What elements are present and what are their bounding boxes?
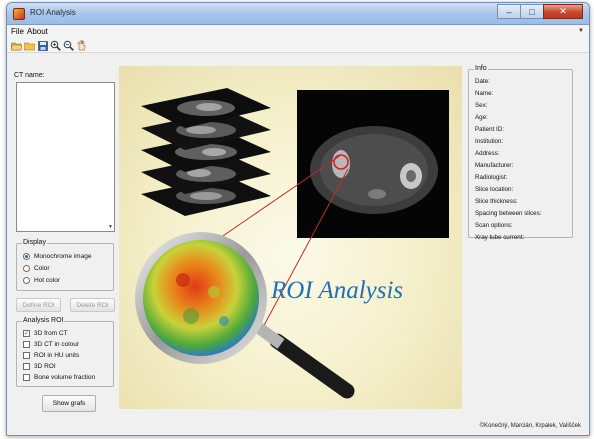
display-option-label: Hot color — [34, 277, 61, 284]
menu-bar: File About ▼ — [7, 26, 589, 38]
title-bar[interactable]: ROI Analysis – □ ✕ — [7, 3, 589, 25]
open-folder-icon[interactable] — [11, 40, 22, 51]
analysis-option-3d-from-ct[interactable]: ✓ 3D from CT — [23, 330, 68, 337]
analysis-roi-group-title: Analysis ROI — [22, 317, 65, 324]
info-field-age: Age: — [475, 114, 488, 121]
radio-monochrome[interactable] — [23, 253, 30, 260]
zoom-in-icon[interactable] — [50, 40, 61, 51]
save-icon[interactable] — [37, 40, 48, 51]
axial-ct-image — [297, 90, 449, 238]
info-field-manufacturer: Manufacturer: — [475, 162, 514, 169]
display-option-color[interactable]: Color — [23, 265, 50, 272]
info-field-radiologist: Radiologist: — [475, 174, 508, 181]
radio-hot-color[interactable] — [23, 277, 30, 284]
zoom-out-icon[interactable] — [63, 40, 74, 51]
info-field-scan-options: Scan options: — [475, 222, 513, 229]
checkbox-3d-from-ct[interactable]: ✓ — [23, 330, 30, 337]
display-option-monochrome[interactable]: Monochrome image — [23, 253, 91, 260]
analysis-option-label: Bone volume fraction — [34, 374, 96, 381]
close-button[interactable]: ✕ — [543, 4, 583, 19]
info-group-title: Info — [474, 65, 488, 72]
ct-slice-stack — [141, 88, 271, 216]
toolbar — [7, 39, 589, 53]
roi-analysis-splash-image: ROI Analysis — [119, 66, 462, 409]
ct-name-list[interactable]: ▼ — [16, 82, 115, 232]
ct-name-label: CT name: — [14, 72, 45, 79]
analysis-option-3d-ct-colour[interactable]: 3D CT in colour — [23, 341, 79, 348]
info-group: Info Date: Name: Sex: Age: Patient ID: I… — [468, 65, 573, 241]
display-group-title: Display — [22, 239, 47, 246]
checkbox-bone-volume-fraction[interactable] — [23, 374, 30, 381]
display-option-label: Color — [34, 265, 50, 272]
info-field-address: Address: — [475, 150, 500, 157]
analysis-option-bone-volume-fraction[interactable]: Bone volume fraction — [23, 374, 95, 381]
show-grafs-button[interactable]: Show grafs — [42, 395, 96, 412]
scroll-down-arrow-icon[interactable]: ▼ — [108, 224, 113, 230]
info-field-slice-thickness: Slice thickness: — [475, 198, 518, 205]
display-option-hot-color[interactable]: Hot color — [23, 277, 60, 284]
analysis-option-label: 3D ROI — [34, 363, 56, 370]
window-controls: – □ ✕ — [497, 4, 583, 21]
menu-about[interactable]: About — [27, 27, 48, 36]
menu-file[interactable]: File — [11, 27, 24, 36]
analysis-option-label: 3D CT in colour — [34, 341, 80, 348]
info-field-slice-location: Slice location: — [475, 186, 514, 193]
analysis-option-3d-roi[interactable]: 3D ROI — [23, 363, 56, 370]
app-window: ROI Analysis – □ ✕ File About ▼ CT name:… — [6, 2, 590, 436]
delete-roi-button[interactable]: Delete ROI — [70, 298, 115, 312]
info-field-date: Date: — [475, 78, 490, 85]
info-field-patient-id: Patient ID: — [475, 126, 504, 133]
radio-color[interactable] — [23, 265, 30, 272]
analysis-roi-group: Analysis ROI ✓ 3D from CT 3D CT in colou… — [16, 317, 114, 387]
analysis-option-roi-hu-units[interactable]: ROI in HU units — [23, 352, 79, 359]
display-option-label: Monochrome image — [34, 253, 92, 260]
pan-hand-icon[interactable] — [76, 40, 87, 51]
display-group: Display Monochrome image Color Hot color — [16, 239, 114, 291]
folder-icon[interactable] — [24, 40, 35, 51]
info-field-institution: Institution: — [475, 138, 504, 145]
window-title: ROI Analysis — [30, 8, 76, 17]
analysis-option-label: 3D from CT — [34, 330, 68, 337]
checkbox-3d-ct-colour[interactable] — [23, 341, 30, 348]
matlab-app-icon — [13, 8, 25, 20]
analysis-option-label: ROI in HU units — [34, 352, 80, 359]
credits-text: ©Konečný, Marcián, Krpalek, Vališček — [479, 423, 581, 429]
info-field-sex: Sex: — [475, 102, 488, 109]
info-field-spacing-between-slices: Spacing between slices: — [475, 210, 542, 217]
minimize-button[interactable]: – — [497, 4, 521, 19]
checkbox-roi-hu-units[interactable] — [23, 352, 30, 359]
splash-title-text: ROI Analysis — [270, 277, 403, 304]
menu-overflow-arrow-icon[interactable]: ▼ — [578, 28, 584, 34]
checkbox-3d-roi[interactable] — [23, 363, 30, 370]
maximize-button[interactable]: □ — [520, 4, 544, 19]
info-field-xray-tube-current: Xray tube current: — [475, 234, 525, 241]
magnifier-with-3d-roi — [135, 232, 355, 399]
define-roi-button[interactable]: Define ROI — [16, 298, 61, 312]
info-field-name: Name: — [475, 90, 494, 97]
